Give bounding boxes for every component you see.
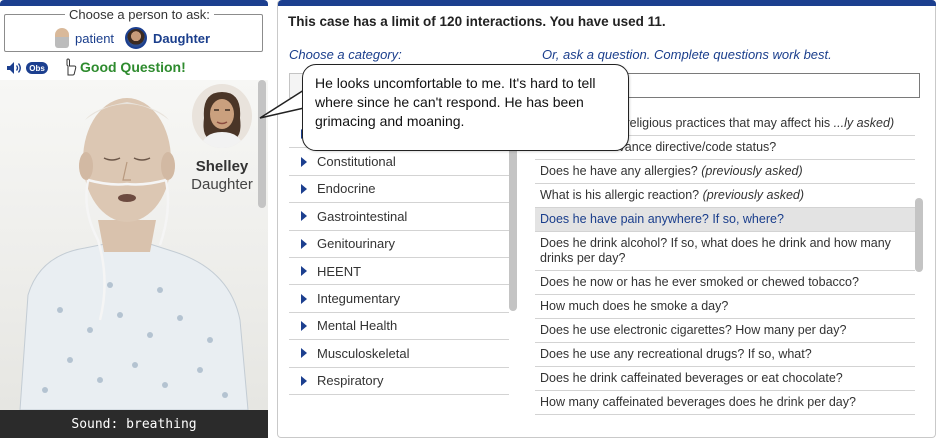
person-selector: Choose a person to ask: patient Daughter [4, 7, 263, 52]
category-list: Central NervousConstitutionalEndocrineGa… [289, 121, 509, 433]
category-heading: Choose a category: [289, 47, 402, 62]
question-text: Does he use electronic cigarettes? How m… [540, 323, 847, 337]
expand-arrow-icon [301, 156, 307, 167]
thumbs-up-icon [66, 58, 77, 76]
patient-avatar-icon [55, 28, 69, 48]
left-top-bar [0, 0, 268, 6]
category-item[interactable]: Respiratory [289, 368, 509, 395]
previously-asked-note: ...ly asked) [833, 116, 895, 130]
question-list: ...ny cultural or religious practices th… [535, 112, 915, 434]
previously-asked-note: (previously asked) [701, 164, 803, 178]
left-panel: Choose a person to ask: patient Daughter… [0, 0, 268, 438]
category-item[interactable]: Musculoskeletal [289, 340, 509, 368]
speaker-name: Shelley [195, 158, 249, 175]
right-top-bar [278, 0, 936, 6]
response-text: He looks uncomfortable to me. It's hard … [315, 75, 596, 129]
speaker-role: Daughter [191, 176, 253, 193]
question-text: Does he have any allergies? [540, 164, 698, 178]
sound-status-text: Sound: breathing [71, 416, 197, 432]
category-label: Integumentary [317, 291, 401, 307]
person-option-patient[interactable]: patient [55, 26, 114, 50]
question-item[interactable]: Does he have pain anywhere? If so, where… [535, 208, 915, 232]
expand-arrow-icon [301, 238, 307, 249]
expand-arrow-icon [301, 183, 307, 194]
category-item[interactable]: Constitutional [289, 148, 509, 176]
question-item[interactable]: How much does he smoke a day? [535, 295, 915, 319]
category-item[interactable]: HEENT [289, 258, 509, 286]
question-text: Does he now or has he ever smoked or che… [540, 275, 859, 289]
expand-arrow-icon [301, 320, 307, 331]
question-text: Does he have pain anywhere? If so, where… [540, 212, 784, 226]
question-text: How much does he smoke a day? [540, 299, 729, 313]
category-item[interactable]: Genitourinary [289, 231, 509, 258]
category-label: HEENT [317, 263, 362, 279]
question-scrollbar[interactable] [915, 198, 923, 272]
question-item[interactable]: Does he have any allergies? (previously … [535, 160, 915, 184]
category-item[interactable]: Integumentary [289, 285, 509, 313]
question-item[interactable]: What is his allergic reaction? (previous… [535, 184, 915, 208]
question-item[interactable]: Does he drink caffeinated beverages or e… [535, 367, 915, 391]
obs-button[interactable]: Obs [26, 62, 48, 74]
question-text: What is his allergic reaction? [540, 188, 700, 202]
question-item[interactable]: Does he use any recreational drugs? If s… [535, 343, 915, 367]
previously-asked-note: (previously asked) [702, 188, 805, 202]
feedback-text: Good Question! [80, 59, 186, 75]
question-text: How many caffeinated beverages does he d… [540, 395, 856, 409]
category-item[interactable]: Mental Health [289, 313, 509, 341]
expand-arrow-icon [301, 375, 307, 386]
question-text: Does he use any recreational drugs? If s… [540, 347, 812, 361]
category-label: Constitutional [317, 154, 396, 170]
expand-arrow-icon [301, 266, 307, 277]
person-option-label: Daughter [153, 30, 211, 46]
category-label: Endocrine [317, 181, 376, 197]
category-label: Genitourinary [317, 236, 396, 252]
speech-bubble-tail [259, 89, 308, 119]
speaker-icon[interactable] [6, 61, 22, 75]
sound-status-bar: Sound: breathing [0, 410, 268, 438]
category-label: Respiratory [317, 373, 384, 389]
category-label: Gastrointestinal [317, 208, 408, 224]
expand-arrow-icon [301, 211, 307, 222]
expand-arrow-icon [301, 293, 307, 304]
category-label: Musculoskeletal [317, 345, 410, 361]
question-text: Does he drink alcohol? If so, what does … [540, 236, 891, 265]
question-item[interactable]: Does he drink alcohol? If so, what does … [535, 232, 915, 271]
category-label: Mental Health [317, 318, 398, 334]
daughter-avatar-icon [125, 27, 147, 49]
category-item[interactable]: Endocrine [289, 176, 509, 204]
audio-controls: Obs [6, 60, 48, 76]
category-item[interactable]: Gastrointestinal [289, 203, 509, 231]
question-item[interactable]: How many caffeinated beverages does he d… [535, 391, 915, 415]
expand-arrow-icon [301, 348, 307, 359]
feedback-label: Good Question! [64, 58, 186, 76]
question-item[interactable]: Does he use electronic cigarettes? How m… [535, 319, 915, 343]
response-speech-bubble: He looks uncomfortable to me. It's hard … [302, 64, 629, 151]
question-heading: Or, ask a question. Complete questions w… [542, 47, 832, 62]
person-selector-legend: Choose a person to ask: [65, 7, 214, 22]
question-text: Does he drink caffeinated beverages or e… [540, 371, 843, 385]
person-option-label: patient [75, 30, 115, 46]
speaker-avatar [192, 84, 252, 148]
interaction-limit-text: This case has a limit of 120 interaction… [288, 14, 666, 29]
question-item[interactable]: Does he now or has he ever smoked or che… [535, 271, 915, 295]
person-option-daughter[interactable]: Daughter [125, 26, 210, 50]
